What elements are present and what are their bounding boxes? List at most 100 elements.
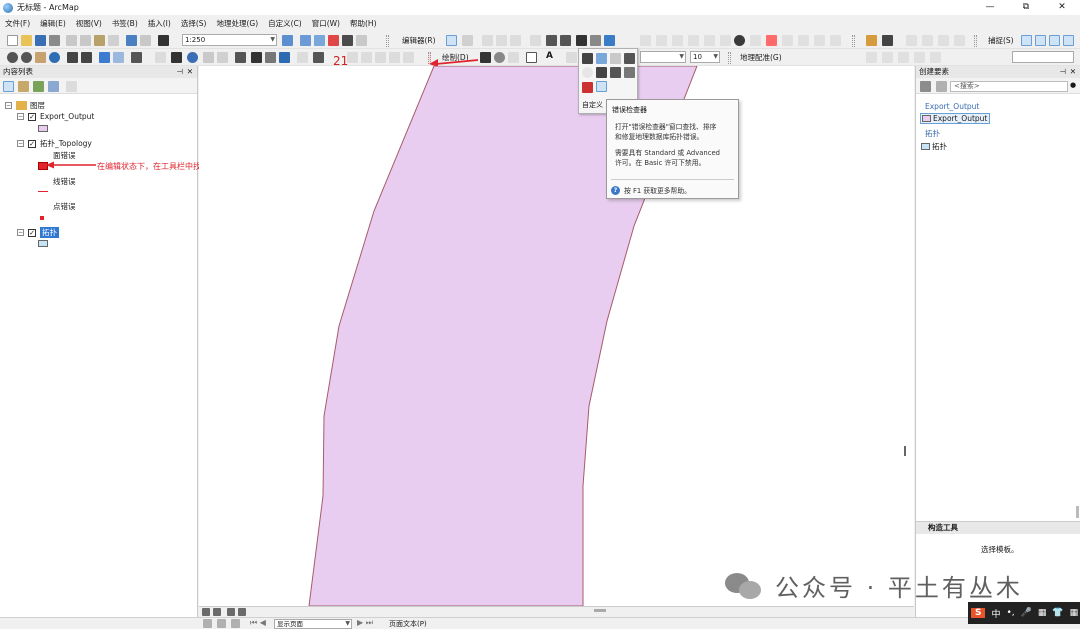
editor-menu[interactable]: 编辑器(R) bbox=[402, 35, 436, 46]
zoom-out-icon[interactable] bbox=[21, 52, 32, 63]
tool-e-icon[interactable] bbox=[403, 52, 414, 63]
full-extent-icon[interactable] bbox=[49, 52, 60, 63]
topology-edit-icon[interactable] bbox=[672, 35, 683, 46]
rotate-element-icon[interactable] bbox=[494, 52, 505, 63]
error-inspector-icon-topology[interactable] bbox=[766, 35, 777, 46]
edit-vertices-draw-icon[interactable] bbox=[566, 52, 577, 63]
pan-icon[interactable] bbox=[35, 52, 46, 63]
toolbar-grip[interactable] bbox=[974, 35, 977, 47]
construct-polygons-icon[interactable] bbox=[798, 35, 809, 46]
hyperlink-icon[interactable] bbox=[203, 52, 214, 63]
segment-icon[interactable] bbox=[938, 35, 949, 46]
layout-view-icon[interactable] bbox=[213, 608, 221, 616]
print-icon[interactable] bbox=[49, 35, 60, 46]
menu-view[interactable]: 视图(V) bbox=[71, 18, 107, 29]
georef-tool-a-icon[interactable] bbox=[866, 52, 877, 63]
collapse-icon[interactable]: − bbox=[17, 140, 24, 147]
ime-mode[interactable]: 中 bbox=[988, 607, 1003, 620]
fixed-zoom-out-icon[interactable] bbox=[81, 52, 92, 63]
pin-icon[interactable]: ⊣ bbox=[1059, 66, 1066, 78]
arctoolbox-icon[interactable] bbox=[342, 35, 353, 46]
fix-topology-icon[interactable] bbox=[596, 67, 607, 78]
skin-icon[interactable]: 👕 bbox=[1049, 608, 1066, 618]
template-filter-icon[interactable] bbox=[936, 81, 947, 92]
tool-b-icon[interactable] bbox=[361, 52, 372, 63]
template-item-selected[interactable]: Export_Output bbox=[920, 113, 991, 124]
point-error-symbol[interactable] bbox=[40, 216, 44, 220]
validate-topology-icon[interactable] bbox=[720, 35, 731, 46]
toc-options-icon[interactable] bbox=[66, 81, 77, 92]
list-by-drawing-order-icon[interactable] bbox=[3, 81, 14, 92]
map-topology-icon[interactable] bbox=[656, 35, 667, 46]
select-features-icon[interactable] bbox=[131, 52, 142, 63]
data-view-icon[interactable] bbox=[202, 608, 210, 616]
text-tool-icon[interactable]: A bbox=[546, 51, 553, 61]
layout-icon[interactable] bbox=[882, 35, 893, 46]
georef-tool-e-icon[interactable] bbox=[930, 52, 941, 63]
zoom-in-icon[interactable] bbox=[7, 52, 18, 63]
clear-selection-icon[interactable] bbox=[155, 52, 166, 63]
copy-icon[interactable] bbox=[80, 35, 91, 46]
split-tool-icon[interactable] bbox=[590, 35, 601, 46]
maximize-button[interactable]: ⧉ bbox=[1008, 0, 1044, 15]
viewer-icon[interactable] bbox=[313, 52, 324, 63]
delete-icon[interactable] bbox=[108, 35, 119, 46]
line-error-symbol[interactable] bbox=[38, 191, 48, 192]
edge-snap-icon[interactable] bbox=[1063, 35, 1074, 46]
collapse-icon[interactable]: − bbox=[5, 102, 12, 109]
edit-tool-icon[interactable] bbox=[446, 35, 457, 46]
merge-icon[interactable] bbox=[814, 35, 825, 46]
error-cursor-icon[interactable] bbox=[610, 67, 621, 78]
list-by-visibility-icon[interactable] bbox=[33, 81, 44, 92]
layout-tool-a-icon[interactable] bbox=[203, 619, 212, 628]
save-icon[interactable] bbox=[35, 35, 46, 46]
edit-vertices-icon[interactable] bbox=[546, 35, 557, 46]
ime-punctuation[interactable]: •, bbox=[1004, 608, 1018, 618]
search-icon[interactable]: ● bbox=[1070, 81, 1076, 89]
list-by-selection-icon[interactable] bbox=[48, 81, 59, 92]
georef-tool-d-icon[interactable] bbox=[914, 52, 925, 63]
tool-d-icon[interactable] bbox=[389, 52, 400, 63]
identify-info-icon[interactable] bbox=[187, 52, 198, 63]
next-page-icon[interactable]: ▶ ⏭ bbox=[357, 618, 373, 628]
georef-layer-combo[interactable] bbox=[1012, 51, 1074, 63]
zoom-whole-page-icon[interactable] bbox=[508, 52, 519, 63]
fix-topology-error-icon[interactable] bbox=[750, 35, 761, 46]
page-select-combo[interactable]: 显示页面 ▼ bbox=[274, 619, 352, 629]
menu-help[interactable]: 帮助(H) bbox=[345, 18, 382, 29]
organize-templates-icon[interactable] bbox=[920, 81, 931, 92]
undo-icon[interactable] bbox=[126, 35, 137, 46]
menu-insert[interactable]: 插入(I) bbox=[143, 18, 176, 29]
fix-topology-error-tool-icon[interactable] bbox=[582, 82, 593, 93]
globe-icon[interactable] bbox=[734, 35, 745, 46]
layers-root[interactable]: − 图层 bbox=[5, 100, 45, 111]
page-text-menu[interactable]: 页面文本(P) bbox=[389, 619, 427, 629]
time-slider-icon[interactable] bbox=[297, 52, 308, 63]
endpoint-arc-icon[interactable] bbox=[496, 35, 507, 46]
map-scale-combo[interactable]: 1:250 ▼ bbox=[182, 34, 277, 46]
search-window-icon[interactable] bbox=[328, 35, 339, 46]
find-route-icon[interactable] bbox=[265, 52, 276, 63]
font-name-combo[interactable]: ▼ bbox=[640, 51, 686, 63]
python-window-icon[interactable] bbox=[356, 35, 367, 46]
forward-icon[interactable] bbox=[113, 52, 124, 63]
layout-tool-b-icon[interactable] bbox=[217, 619, 226, 628]
georef-tool-b-icon[interactable] bbox=[882, 52, 893, 63]
tool-c-icon[interactable] bbox=[375, 52, 386, 63]
topology-polygon-symbol[interactable] bbox=[38, 240, 48, 247]
keyboard-icon[interactable]: ▦ bbox=[1035, 608, 1050, 618]
select-arrow-icon[interactable] bbox=[480, 52, 491, 63]
end-snap-icon[interactable] bbox=[1035, 35, 1046, 46]
rectangle-icon[interactable] bbox=[526, 52, 537, 63]
layer-topology-errors[interactable]: − ✓ 拓扑_Topology bbox=[17, 138, 92, 149]
cut-polygons-icon[interactable] bbox=[576, 35, 587, 46]
map-view[interactable] bbox=[199, 66, 914, 606]
generalize-edge-icon[interactable] bbox=[704, 35, 715, 46]
identify-icon[interactable] bbox=[866, 35, 877, 46]
list-by-source-icon[interactable] bbox=[18, 81, 29, 92]
error-inspector-icon[interactable] bbox=[596, 81, 607, 92]
topology-tool-icon[interactable] bbox=[582, 53, 593, 64]
paste-icon[interactable] bbox=[94, 35, 105, 46]
first-page-icon[interactable]: ⏮ ◀ bbox=[250, 618, 266, 628]
point-icon[interactable] bbox=[530, 35, 541, 46]
